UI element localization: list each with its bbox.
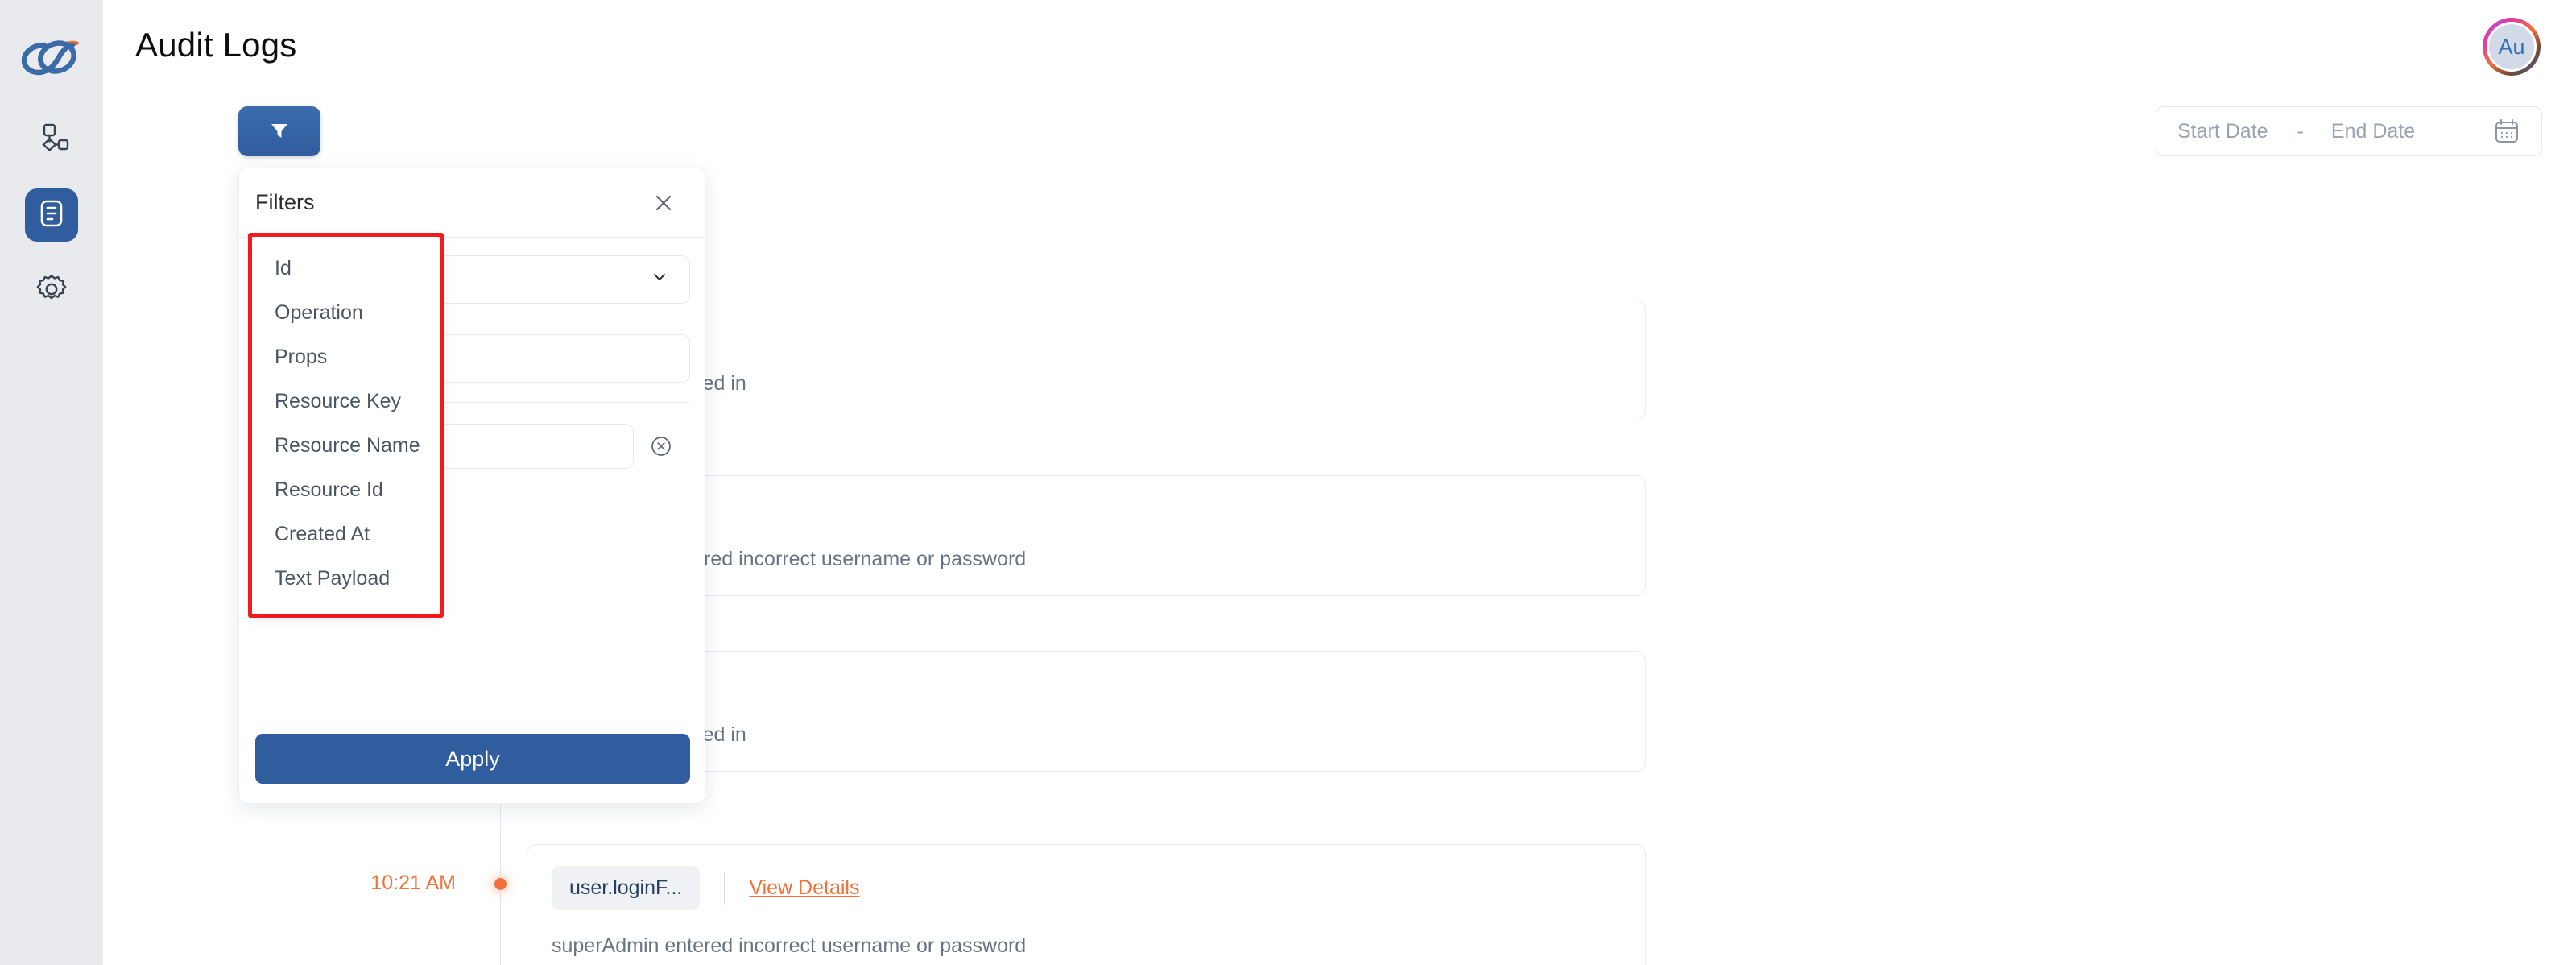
timeline-dot xyxy=(494,878,507,890)
sidebar-item-audit-logs[interactable] xyxy=(25,188,78,242)
gear-icon xyxy=(34,271,69,311)
log-description: superAdmin logged in xyxy=(552,723,746,746)
dropdown-option-resource-id[interactable]: Resource Id xyxy=(252,468,440,512)
chevron-down-icon xyxy=(649,267,670,293)
close-icon[interactable] xyxy=(651,191,676,215)
main-content: Audit Logs Au Start Date - End Date in s… xyxy=(103,0,2576,965)
sidebar-nav xyxy=(25,113,78,317)
log-timestamp: 10:21 AM xyxy=(370,872,456,894)
dropdown-option-operation[interactable]: Operation xyxy=(252,291,440,335)
filter-field-options-dropdown[interactable]: Id Operation Props Resource Key Resource… xyxy=(251,236,440,615)
end-date-placeholder[interactable]: End Date xyxy=(2331,120,2493,143)
filters-panel-header: Filters xyxy=(239,168,705,238)
funnel-icon xyxy=(267,118,292,146)
dropdown-option-id[interactable]: Id xyxy=(252,246,440,291)
log-description: superAdmin logged in xyxy=(552,372,746,395)
dropdown-option-props[interactable]: Props xyxy=(252,335,440,379)
view-details-link[interactable]: View Details xyxy=(749,876,859,900)
circle-x-icon[interactable] xyxy=(648,433,674,459)
dropdown-option-created-at[interactable]: Created At xyxy=(252,512,440,557)
sidebar-item-topology[interactable] xyxy=(25,113,78,166)
avatar-initials: Au xyxy=(2487,22,2537,72)
sidebar-item-settings[interactable] xyxy=(25,264,78,317)
page-title: Audit Logs xyxy=(135,26,297,64)
log-description: superAdmin entered incorrect username or… xyxy=(552,548,1027,570)
date-range-picker[interactable]: Start Date - End Date xyxy=(2156,106,2542,156)
filter-toggle-button[interactable] xyxy=(238,106,320,156)
log-operation-chip: user.loginF... xyxy=(552,866,701,910)
log-description: superAdmin entered incorrect username or… xyxy=(552,934,1027,957)
divider xyxy=(724,871,726,905)
dropdown-option-resource-name[interactable]: Resource Name xyxy=(252,424,440,468)
avatar[interactable]: Au xyxy=(2483,18,2541,76)
document-list-icon xyxy=(35,197,68,234)
dropdown-option-text-payload[interactable]: Text Payload xyxy=(252,557,440,601)
sidebar xyxy=(0,0,103,965)
infinity-logo-icon xyxy=(22,40,80,76)
apply-button[interactable]: Apply xyxy=(255,734,690,784)
log-entry-card: user.loginF... View Details superAdmin e… xyxy=(527,844,1646,965)
calendar-icon[interactable] xyxy=(2493,118,2520,145)
filters-panel-title: Filters xyxy=(255,190,315,214)
sitemap-icon xyxy=(34,120,69,159)
date-range-separator: - xyxy=(2297,119,2304,143)
dropdown-option-resource-key[interactable]: Resource Key xyxy=(252,379,440,424)
audit-logs-page: Audit Logs Au Start Date - End Date in s… xyxy=(0,0,2576,965)
start-date-placeholder[interactable]: Start Date xyxy=(2177,120,2268,143)
app-logo[interactable] xyxy=(0,23,103,92)
